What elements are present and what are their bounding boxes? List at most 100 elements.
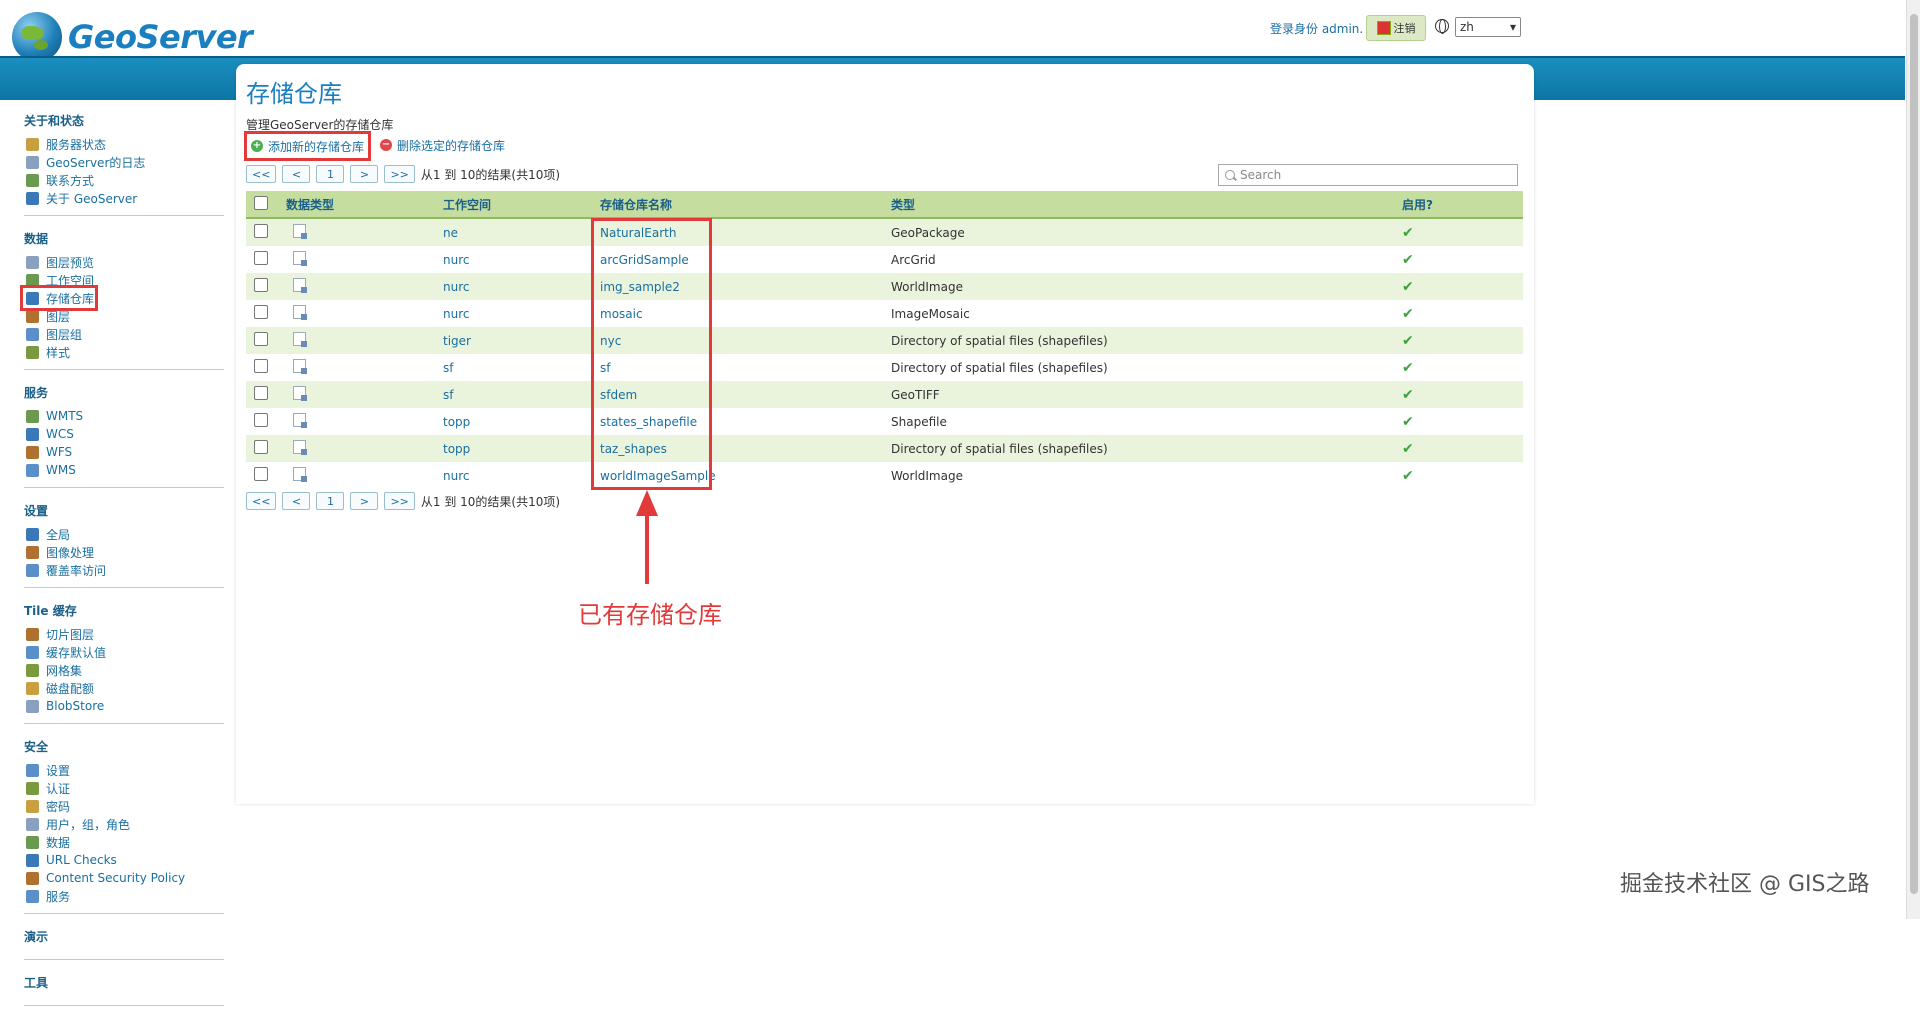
sidebar-item[interactable]: 存储仓库 — [20, 285, 98, 311]
workspace-link[interactable]: nurc — [443, 280, 469, 294]
sidebar-item[interactable]: 数据 — [24, 833, 224, 851]
sidebar-item[interactable]: WCS — [24, 425, 224, 443]
workspace-cell: tiger — [443, 327, 600, 354]
pager-page-button[interactable]: 1 — [316, 165, 345, 183]
table-header-row: 数据类型 工作空间 存储仓库名称 类型 启用? — [246, 191, 1523, 219]
col-workspace[interactable]: 工作空间 — [443, 191, 600, 219]
sidebar-item[interactable]: 图层 — [24, 307, 224, 325]
pager-page-button[interactable]: 1 — [316, 492, 345, 510]
sidebar-item[interactable]: 缓存默认值 — [24, 643, 224, 661]
pager-last-button[interactable]: >> — [384, 165, 415, 183]
add-store-link[interactable]: + 添加新的存储仓库 — [244, 131, 372, 161]
sidebar-item[interactable]: 密码 — [24, 797, 224, 815]
workspace-link[interactable]: topp — [443, 415, 470, 429]
search-input[interactable]: Search — [1218, 164, 1518, 186]
sidebar-item[interactable]: 联系方式 — [24, 171, 224, 189]
data-type-cell — [286, 408, 443, 435]
remove-store-link[interactable]: − 删除选定的存储仓库 — [380, 135, 505, 155]
disk-quota-icon — [26, 681, 39, 695]
workspace-link[interactable]: topp — [443, 442, 470, 456]
table-row[interactable]: sf sfdem GeoTIFF ✔ — [246, 381, 1523, 408]
workspace-link[interactable]: sf — [443, 388, 453, 402]
sidebar-section-title: 演示 — [24, 930, 49, 944]
sidebar-item[interactable]: 网格集 — [24, 661, 224, 679]
pager-prev-button[interactable]: < — [282, 165, 311, 183]
workspace-link[interactable]: ne — [443, 226, 458, 240]
row-checkbox[interactable] — [254, 278, 268, 292]
sidebar-item[interactable]: 图层组 — [24, 325, 224, 343]
sidebar-item[interactable]: 用户，组，角色 — [24, 815, 224, 833]
table-row[interactable]: nurc mosaic ImageMosaic ✔ — [246, 300, 1523, 327]
row-checkbox[interactable] — [254, 359, 268, 373]
row-checkbox[interactable] — [254, 305, 268, 319]
pager-first-button[interactable]: << — [246, 165, 277, 183]
sidebar-item[interactable]: BlobStore — [24, 697, 224, 715]
sidebar-item[interactable]: 图层预览 — [24, 253, 224, 271]
table-row[interactable]: sf sf Directory of spatial files (shapefil… — [246, 354, 1523, 381]
table-row[interactable]: ne NaturalEarth GeoPackage ✔ — [246, 218, 1523, 246]
add-store-label: 添加新的存储仓库 — [268, 139, 365, 154]
row-checkbox[interactable] — [254, 413, 268, 427]
col-store-name[interactable]: 存储仓库名称 — [600, 191, 891, 219]
store-type-cell: Directory of spatial files (shapefiles) — [891, 360, 1108, 375]
sidebar-item[interactable]: 全局 — [24, 525, 224, 543]
sidebar-item[interactable]: 关于 GeoServer — [24, 189, 224, 207]
logout-button[interactable]: 注销 — [1366, 15, 1426, 41]
workspace-link[interactable]: nurc — [443, 253, 469, 267]
annotation-text: 已有存储仓库 — [578, 601, 722, 629]
table-row[interactable]: topp states_shapefile Shapefile ✔ — [246, 408, 1523, 435]
pager-next-button[interactable]: > — [350, 492, 379, 510]
enabled-cell: ✔ — [1402, 435, 1523, 462]
workspace-link[interactable]: tiger — [443, 334, 471, 348]
sidebar-item[interactable]: 服务 — [24, 887, 224, 905]
col-type[interactable]: 类型 — [891, 191, 1402, 219]
table-row[interactable]: nurc arcGridSample ArcGrid ✔ — [246, 246, 1523, 273]
row-checkbox[interactable] — [254, 467, 268, 481]
stores-table: 数据类型 工作空间 存储仓库名称 类型 启用? ne NaturalEarth Ge… — [246, 191, 1523, 489]
sidebar-item[interactable]: 覆盖率访问 — [24, 561, 224, 579]
table-row[interactable]: nurc worldImageSample WorldImage ✔ — [246, 462, 1523, 489]
sidebar-item[interactable]: WFS — [24, 443, 224, 461]
sidebar-item[interactable]: 认证 — [24, 779, 224, 797]
scrollbar-thumb[interactable] — [1910, 14, 1918, 894]
workspace-link[interactable]: nurc — [443, 469, 469, 483]
select-all-checkbox[interactable] — [254, 195, 268, 210]
workspace-link[interactable]: nurc — [443, 307, 469, 321]
enabled-cell: ✔ — [1402, 462, 1523, 489]
check-icon: ✔ — [1402, 359, 1414, 376]
sidebar-item[interactable]: 服务器状态 — [24, 135, 224, 153]
table-row[interactable]: topp taz_shapes Directory of spatial files… — [246, 435, 1523, 462]
col-enabled[interactable]: 启用? — [1402, 191, 1523, 219]
sidebar-item[interactable]: 样式 — [24, 343, 224, 361]
table-row[interactable]: nurc img_sample2 WorldImage ✔ — [246, 273, 1523, 300]
row-checkbox[interactable] — [254, 224, 268, 238]
row-checkbox[interactable] — [254, 386, 268, 400]
sidebar-item[interactable]: 图像处理 — [24, 543, 224, 561]
workspace-link[interactable]: sf — [443, 361, 453, 375]
sidebar-item-label: 网格集 — [46, 663, 83, 678]
pager-last-button[interactable]: >> — [384, 492, 415, 510]
sidebar-item[interactable]: 工作空间 — [24, 271, 224, 289]
sidebar-item[interactable]: Content Security Policy — [24, 869, 224, 887]
pager-first-button[interactable]: << — [246, 492, 277, 510]
sidebar-item[interactable]: 设置 — [24, 761, 224, 779]
sidebar-item[interactable]: WMS — [24, 461, 224, 479]
check-icon: ✔ — [1402, 467, 1414, 484]
sidebar-item[interactable]: URL Checks — [24, 851, 224, 869]
sidebar-item[interactable]: GeoServer的日志 — [24, 153, 224, 171]
pager-prev-button[interactable]: < — [282, 492, 311, 510]
sidebar-item[interactable]: 切片图层 — [24, 625, 224, 643]
row-checkbox[interactable] — [254, 332, 268, 346]
search-icon — [1225, 170, 1235, 180]
gridsets-icon — [26, 663, 39, 677]
col-data-type[interactable]: 数据类型 — [286, 191, 443, 219]
sidebar-item[interactable]: WMTS — [24, 407, 224, 425]
language-select[interactable]: zh ▾ — [1455, 17, 1521, 37]
pager-next-button[interactable]: > — [350, 165, 379, 183]
sidebar-item[interactable]: 磁盘配额 — [24, 679, 224, 697]
table-row[interactable]: tiger nyc Directory of spatial files (shap… — [246, 327, 1523, 354]
page-scrollbar[interactable] — [1906, 0, 1920, 919]
geoserver-logo[interactable]: GeoServer — [12, 12, 253, 62]
row-checkbox[interactable] — [254, 251, 268, 265]
row-checkbox[interactable] — [254, 440, 268, 454]
